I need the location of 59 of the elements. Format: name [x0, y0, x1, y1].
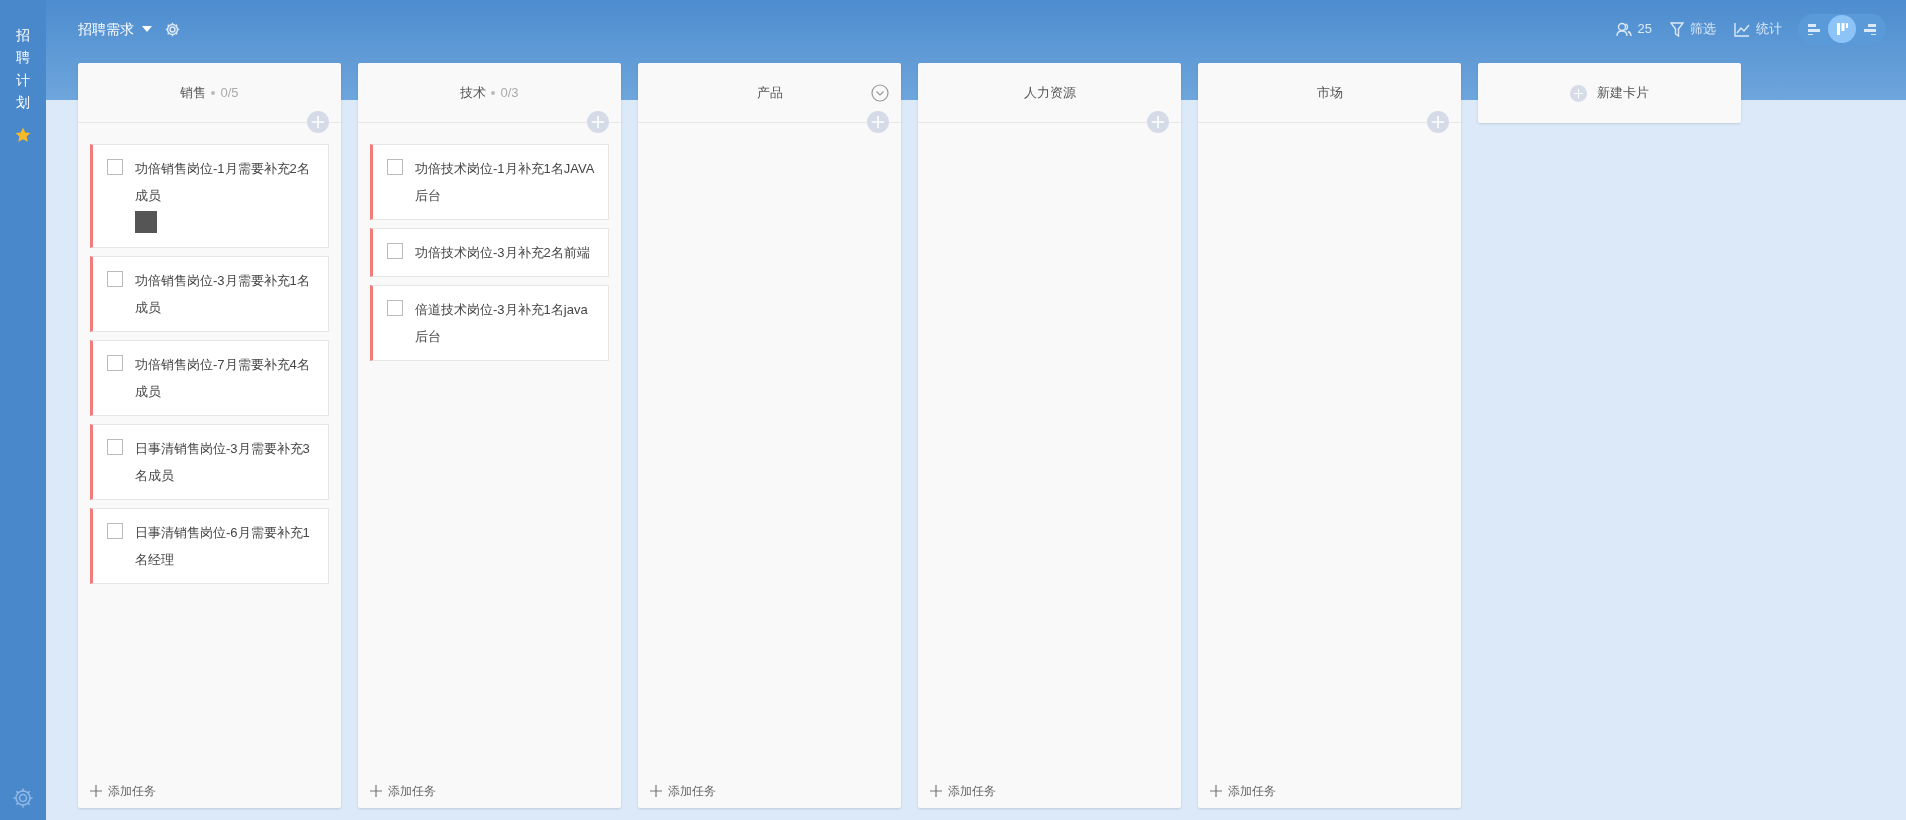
- view-bars-icon: [1862, 21, 1878, 37]
- add-task-button[interactable]: 添加任务: [78, 774, 168, 808]
- checkbox[interactable]: [107, 271, 123, 287]
- add-task-button[interactable]: 添加任务: [918, 774, 1008, 808]
- task-title: 功倍技术岗位-3月补充2名前端: [415, 244, 590, 262]
- checkbox[interactable]: [107, 159, 123, 175]
- task-card[interactable]: 日事清销售岗位-6月需要补充1名经理: [90, 508, 329, 584]
- add-card-button[interactable]: [1427, 111, 1449, 133]
- view-mode-button[interactable]: [1828, 15, 1856, 43]
- checkbox[interactable]: [107, 355, 123, 371]
- task-title: 功倍销售岗位-1月需要补充2名成员: [135, 160, 311, 205]
- task-title: 功倍销售岗位-7月需要补充4名成员: [135, 356, 311, 401]
- plus-icon: [90, 785, 102, 797]
- plus-icon: [930, 785, 942, 797]
- plus-icon: [1210, 785, 1222, 797]
- plus-icon: [1570, 84, 1587, 102]
- add-task-button[interactable]: 添加任务: [358, 774, 448, 808]
- chevron-circle-icon[interactable]: [871, 84, 889, 102]
- column-title: 技术: [460, 83, 487, 102]
- task-card[interactable]: 功倍技术岗位-1月补充1名JAVA后台: [370, 144, 609, 220]
- checkbox[interactable]: [107, 439, 123, 455]
- task-card[interactable]: 倍道技术岗位-3月补充1名java后台: [370, 285, 609, 361]
- checkbox[interactable]: [387, 300, 403, 316]
- task-card[interactable]: 日事清销售岗位-3月需要补充3名成员: [90, 424, 329, 500]
- project-title: 招聘计划: [16, 26, 30, 113]
- view-columns-icon: [1834, 21, 1850, 37]
- add-task-button[interactable]: 添加任务: [638, 774, 728, 808]
- checkbox[interactable]: [387, 159, 403, 175]
- task-count: 0/5: [220, 83, 239, 102]
- line-chart-icon: [1734, 21, 1750, 37]
- checkbox[interactable]: [107, 523, 123, 539]
- task-title: 功倍销售岗位-3月需要补充1名成员: [135, 272, 311, 317]
- people-icon: [1615, 21, 1632, 37]
- column-title: 市场: [1316, 83, 1343, 102]
- filter-icon: [1670, 21, 1684, 37]
- task-title: 日事清销售岗位-6月需要补充1名经理: [135, 524, 311, 569]
- plus-icon: [650, 785, 662, 797]
- add-card-button[interactable]: [307, 111, 329, 133]
- task-title: 倍道技术岗位-3月补充1名java后台: [415, 301, 589, 346]
- add-card-button[interactable]: [867, 111, 889, 133]
- add-card-button[interactable]: [1147, 111, 1169, 133]
- task-card[interactable]: 功倍销售岗位-1月需要补充2名成员: [90, 144, 329, 248]
- task-title: 功倍技术岗位-1月补充1名JAVA后台: [415, 160, 596, 205]
- plus-icon: [370, 785, 382, 797]
- settings-icon[interactable]: [11, 786, 35, 810]
- task-card[interactable]: 功倍销售岗位-3月需要补充1名成员: [90, 256, 329, 332]
- task-card[interactable]: 功倍销售岗位-7月需要补充4名成员: [90, 340, 329, 416]
- checkbox[interactable]: [387, 243, 403, 259]
- add-card-button[interactable]: [587, 111, 609, 133]
- column-title: 产品: [756, 83, 783, 102]
- add-task-button[interactable]: 添加任务: [1198, 774, 1288, 808]
- new-card-button[interactable]: 新建卡片: [1478, 63, 1741, 123]
- task-title: 日事清销售岗位-3月需要补充3名成员: [135, 440, 311, 485]
- caret-icon: [142, 26, 152, 32]
- column-title: 销售: [180, 83, 207, 102]
- view-bars-icon: [1806, 21, 1822, 37]
- column-title: 人力资源: [1023, 83, 1076, 102]
- task-count: 0/3: [500, 83, 519, 102]
- task-card[interactable]: 功倍技术岗位-3月补充2名前端: [370, 228, 609, 277]
